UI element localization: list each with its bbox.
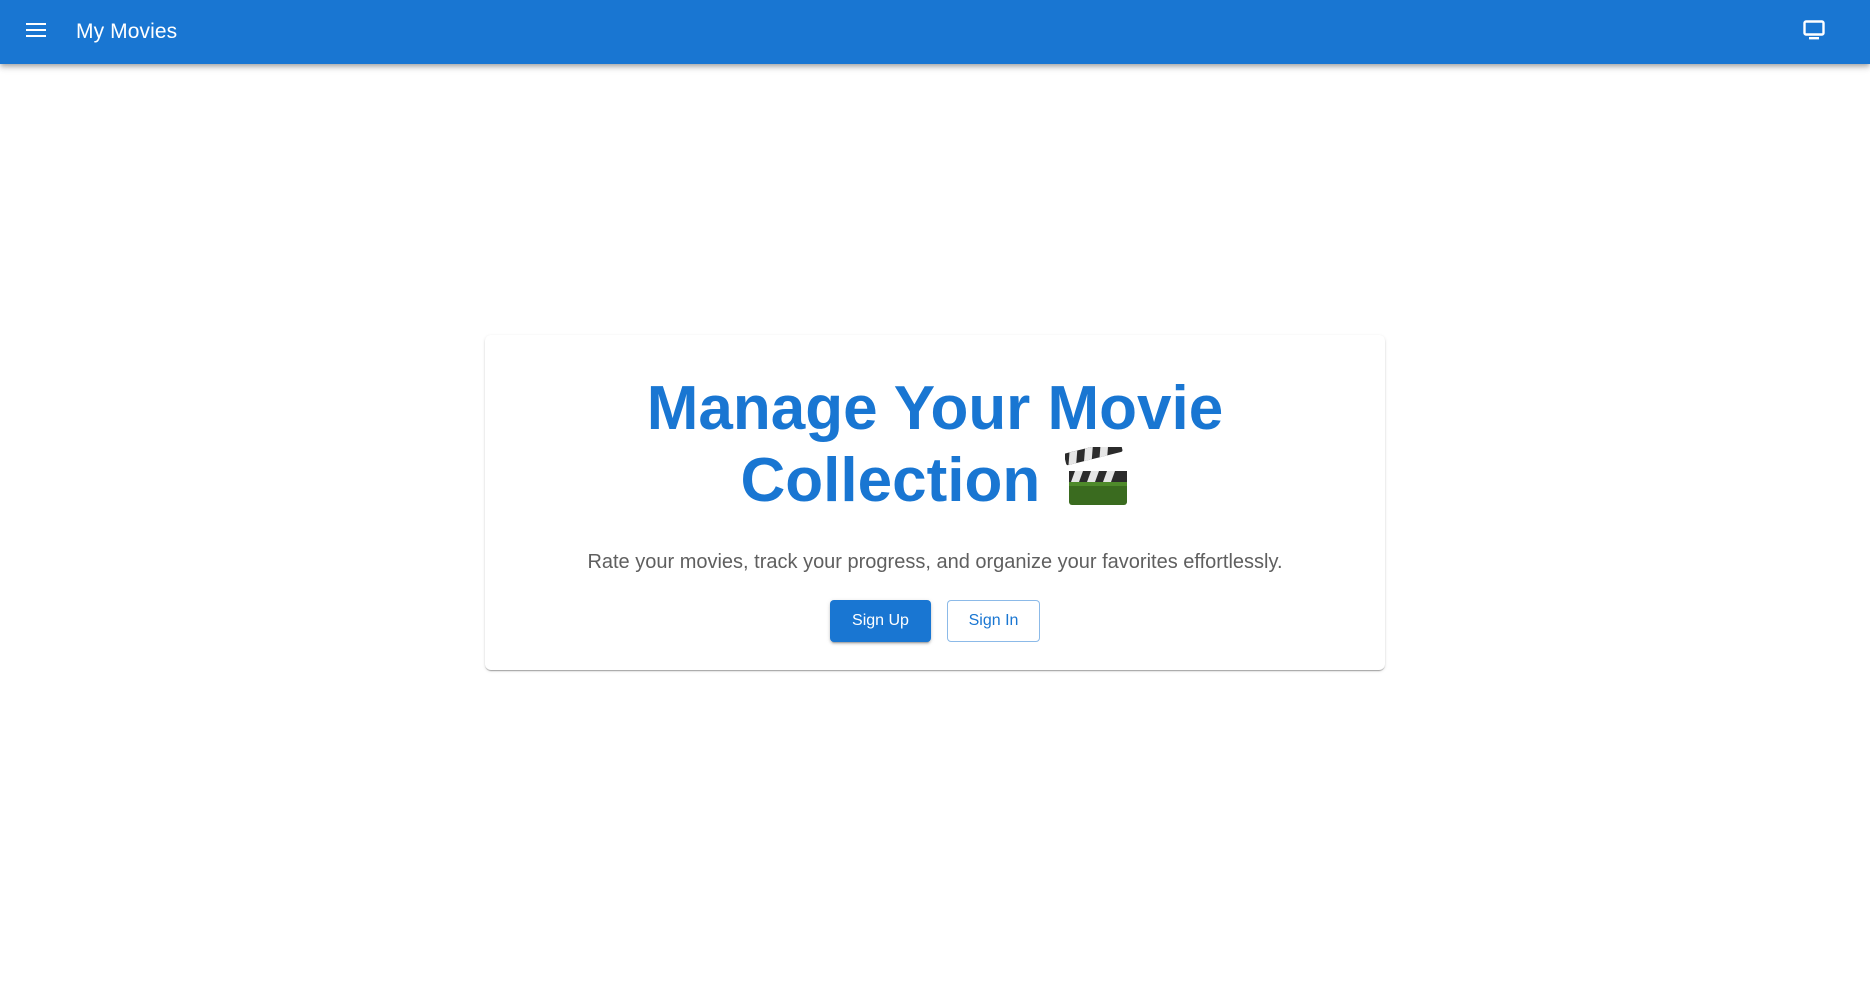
hero-subtitle: Rate your movies, track your progress, a…	[587, 551, 1283, 573]
sign-up-button[interactable]: Sign Up	[830, 600, 931, 642]
menu-button[interactable]	[16, 12, 56, 52]
app-title: My Movies	[76, 20, 178, 43]
page-title: Manage Your Movie Collection	[585, 373, 1285, 523]
headline-line-2: Collection	[740, 446, 1041, 515]
headline-line-1: Manage Your Movie	[646, 374, 1224, 443]
theme-toggle-button[interactable]	[1794, 12, 1834, 52]
menu-icon	[26, 22, 46, 42]
clapperboard-icon	[1064, 440, 1129, 523]
monitor-icon	[1803, 19, 1825, 45]
auth-actions: Sign Up Sign In	[485, 600, 1385, 642]
sign-in-button[interactable]: Sign In	[947, 600, 1040, 642]
app-bar: My Movies	[0, 0, 1870, 64]
welcome-card: Manage Your Movie Collection Rate your m…	[485, 335, 1385, 670]
